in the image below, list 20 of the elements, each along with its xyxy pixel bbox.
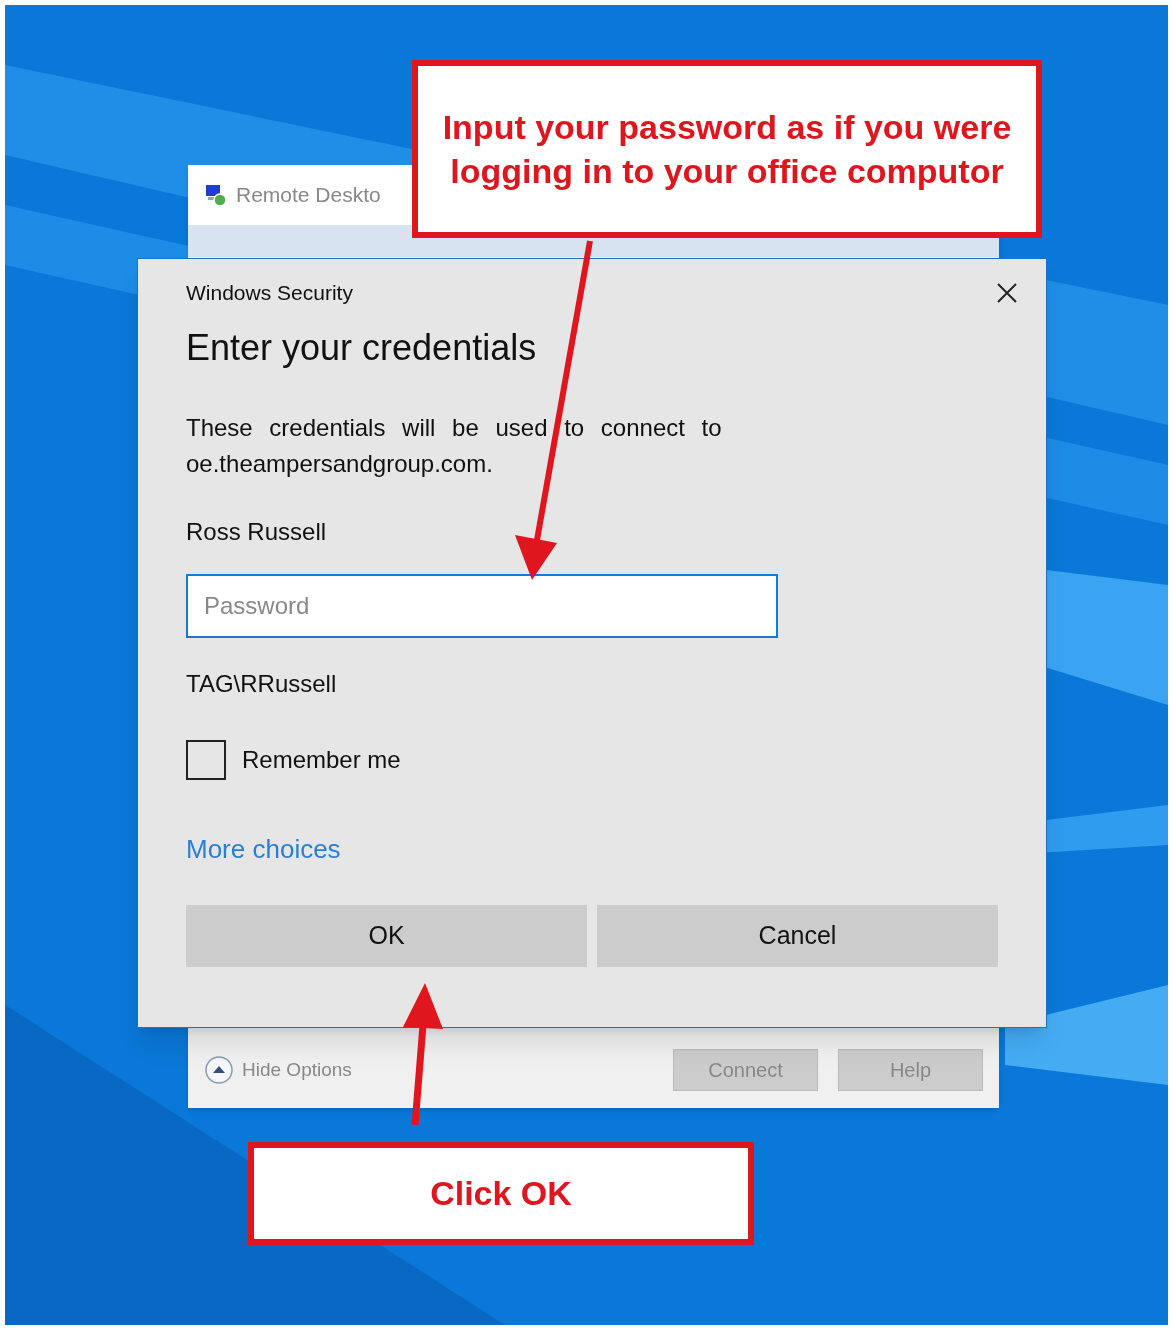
dialog-button[interactable]: OK — [186, 904, 587, 967]
caret-up-icon — [204, 1055, 234, 1085]
dialog-button[interactable]: Connect — [673, 1049, 818, 1091]
callout-text: Input your password as if you were logging in to your office computor — [442, 107, 1012, 192]
dialog-message: These credentials will be used to connect to oe.theampersandgroup.com. — [186, 412, 723, 479]
close-icon — [996, 281, 1018, 304]
dialog-button[interactable]: Help — [838, 1049, 983, 1091]
window-title: Remote Deskto — [236, 182, 381, 209]
computer-icon — [204, 183, 228, 207]
more-choices-link[interactable]: More choices — [186, 829, 341, 869]
password-field[interactable]: Password — [186, 573, 778, 638]
checkbox-label: Remember me — [242, 744, 401, 775]
dialog-title: Windows Security — [186, 280, 353, 306]
user-name: Ross Russell — [186, 516, 327, 547]
dialog-heading: Enter your credentials — [186, 325, 538, 370]
callout-text: Click OK — [430, 1173, 572, 1214]
remember-me-checkbox[interactable] — [186, 739, 226, 780]
hide-options-button[interactable]: Hide Options — [204, 1055, 352, 1085]
account-name: TAG\RRussell — [186, 668, 337, 699]
dialog-button[interactable]: Cancel — [597, 904, 998, 967]
